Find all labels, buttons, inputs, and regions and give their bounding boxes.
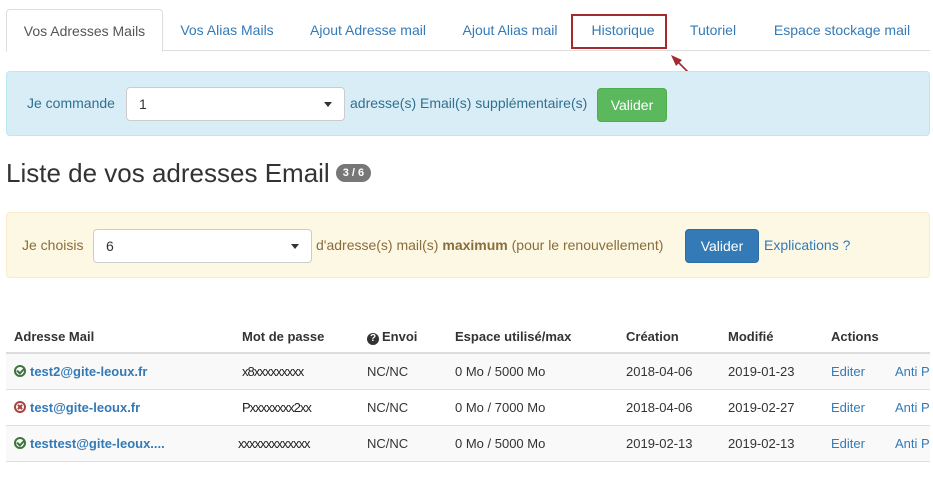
table-header: Adresse Mail Mot de passe ? Envoi Espace … bbox=[6, 319, 930, 354]
choose-suffix-label: d'adresse(s) mail(s) maximum (pour le re… bbox=[316, 237, 664, 253]
choose-quantity-value: 6 bbox=[106, 238, 114, 254]
choose-panel: Je choisis 6 d'adresse(s) mail(s) maximu… bbox=[6, 212, 930, 278]
choose-submit-button[interactable]: Valider bbox=[685, 229, 759, 263]
space-value: 0 Mo / 5000 Mo bbox=[455, 364, 546, 379]
error-circle-icon bbox=[14, 401, 26, 413]
edit-link[interactable]: Editer bbox=[831, 436, 865, 451]
space-value: 0 Mo / 7000 Mo bbox=[455, 400, 546, 415]
antispam-link[interactable]: Anti P bbox=[895, 364, 930, 379]
email-address-link[interactable]: testtest@gite-leoux.... bbox=[14, 436, 165, 451]
order-quantity-select[interactable]: 1 bbox=[126, 87, 345, 121]
choose-prefix-label: Je choisis bbox=[22, 237, 84, 253]
tab-ajout-adresse-mail[interactable]: Ajout Adresse mail bbox=[300, 9, 436, 51]
modified-value: 2019-01-23 bbox=[728, 364, 795, 379]
password-value: x8xxxxxxxxx bbox=[242, 364, 304, 379]
header-actions: Actions bbox=[831, 329, 879, 344]
check-circle-icon bbox=[14, 437, 26, 449]
table-row: test@gite-leoux.fr Pxxxxxxxx2xx NC/NC 0 … bbox=[6, 390, 930, 426]
antispam-link[interactable]: Anti P bbox=[895, 436, 930, 451]
edit-link[interactable]: Editer bbox=[831, 364, 865, 379]
table-row: test2@gite-leoux.fr x8xxxxxxxxx NC/NC 0 … bbox=[6, 354, 930, 390]
header-password: Mot de passe bbox=[242, 329, 325, 344]
send-value: NC/NC bbox=[367, 364, 409, 379]
created-value: 2019-02-13 bbox=[626, 436, 693, 451]
page-title: Liste de vos adresses Email 3 / 6 bbox=[6, 158, 372, 189]
send-value: NC/NC bbox=[367, 436, 409, 451]
help-link[interactable]: Explications ? bbox=[764, 237, 850, 253]
count-badge: 3 / 6 bbox=[335, 164, 372, 183]
header-created: Création bbox=[626, 329, 679, 344]
password-value: xxxxxxxxxxxxx bbox=[238, 436, 310, 451]
tab-ajout-alias-mail[interactable]: Ajout Alias mail bbox=[451, 9, 569, 51]
tab-espace-stockage-mail[interactable]: Espace stockage mail bbox=[762, 9, 922, 51]
modified-value: 2019-02-27 bbox=[728, 400, 795, 415]
send-value: NC/NC bbox=[367, 400, 409, 415]
email-address-link[interactable]: test2@gite-leoux.fr bbox=[14, 364, 147, 379]
header-modified: Modifié bbox=[728, 329, 774, 344]
tab-bar: Vos Adresses Mails Vos Alias Mails Ajout… bbox=[6, 9, 930, 52]
created-value: 2018-04-06 bbox=[626, 364, 693, 379]
tab-tutoriel[interactable]: Tutoriel bbox=[680, 9, 746, 51]
edit-link[interactable]: Editer bbox=[831, 400, 865, 415]
chevron-down-icon bbox=[291, 244, 299, 249]
tab-vos-adresses-mails[interactable]: Vos Adresses Mails bbox=[6, 9, 163, 52]
password-value: Pxxxxxxxx2xx bbox=[242, 400, 312, 415]
list-title: Liste de vos adresses Email bbox=[6, 158, 330, 188]
header-email: Adresse Mail bbox=[14, 329, 95, 344]
order-quantity-value: 1 bbox=[139, 96, 147, 112]
order-prefix-label: Je commande bbox=[27, 95, 115, 111]
antispam-link[interactable]: Anti P bbox=[895, 400, 930, 415]
space-value: 0 Mo / 5000 Mo bbox=[455, 436, 546, 451]
check-circle-icon bbox=[14, 365, 26, 377]
modified-value: 2019-02-13 bbox=[728, 436, 795, 451]
order-suffix-label: adresse(s) Email(s) supplémentaire(s) bbox=[350, 95, 588, 111]
created-value: 2018-04-06 bbox=[626, 400, 693, 415]
question-icon: ? bbox=[367, 333, 379, 345]
tab-vos-alias-mails[interactable]: Vos Alias Mails bbox=[168, 9, 286, 51]
order-panel: Je commande 1 adresse(s) Email(s) supplé… bbox=[6, 71, 930, 136]
order-submit-button[interactable]: Valider bbox=[597, 88, 667, 122]
tab-historique[interactable]: Historique bbox=[582, 9, 664, 51]
header-send: ? Envoi bbox=[367, 329, 417, 345]
email-address-link[interactable]: test@gite-leoux.fr bbox=[14, 400, 140, 415]
table-row: testtest@gite-leoux.... xxxxxxxxxxxxx NC… bbox=[6, 426, 930, 462]
choose-quantity-select[interactable]: 6 bbox=[93, 229, 312, 263]
chevron-down-icon bbox=[324, 102, 332, 107]
header-space: Espace utilisé/max bbox=[455, 329, 572, 344]
